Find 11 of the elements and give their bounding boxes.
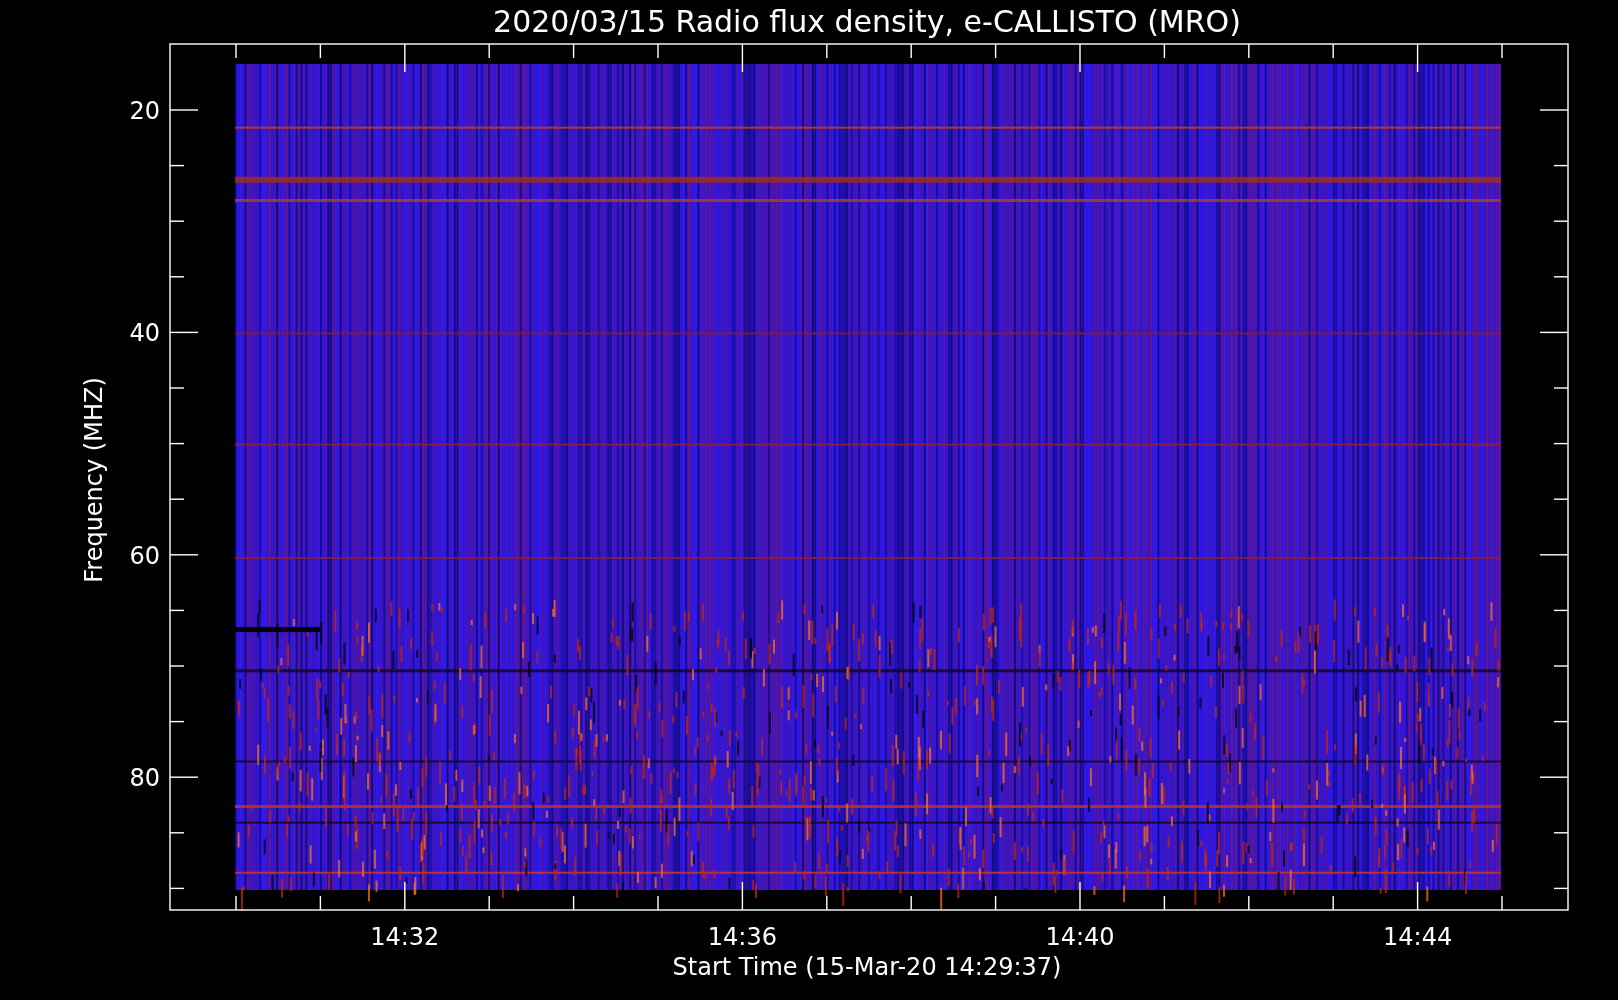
y-tick-label: 60	[129, 541, 160, 570]
x-tick-label: 14:32	[370, 923, 440, 951]
x-tick-label: 14:40	[1045, 923, 1115, 951]
y-tick-label: 40	[129, 319, 160, 348]
chart-title: 2020/03/15 Radio flux density, e-CALLISTO (MRO)	[493, 4, 1241, 39]
x-tick-label: 14:36	[707, 923, 777, 951]
x-tick-label: 14:44	[1383, 923, 1453, 951]
y-tick-label: 20	[129, 97, 160, 125]
y-tick-label: 80	[129, 764, 160, 793]
y-axis-label: Frequency (MHZ)	[80, 377, 108, 583]
x-axis-label: Start Time (15-Mar-20 14:29:37)	[672, 953, 1062, 981]
